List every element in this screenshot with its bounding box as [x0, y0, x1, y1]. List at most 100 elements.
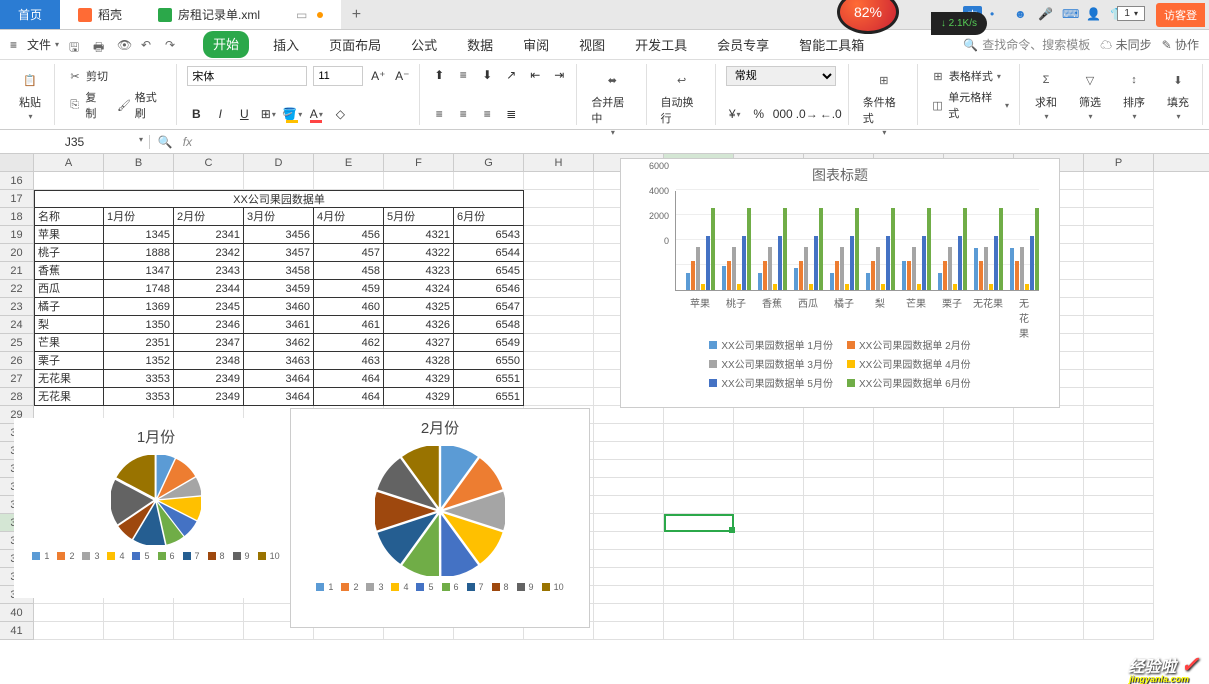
cell-H28[interactable]: [524, 388, 594, 406]
table-style-button[interactable]: ⊞表格样式▾: [928, 66, 1011, 86]
cell-O30[interactable]: [1014, 424, 1084, 442]
cell-D21[interactable]: 3458: [244, 262, 314, 280]
pie-chart-1[interactable]: 1月份 12345678910: [14, 418, 298, 598]
cell-B22[interactable]: 1748: [104, 280, 174, 298]
cell-O39[interactable]: [1014, 586, 1084, 604]
cell-L36[interactable]: [804, 532, 874, 550]
ribbon-tab-data[interactable]: 数据: [461, 31, 499, 58]
cell-B26[interactable]: 1352: [104, 352, 174, 370]
cell-A28[interactable]: 无花果: [34, 388, 104, 406]
fill-button[interactable]: ⬇填充▾: [1162, 66, 1194, 123]
ribbon-tab-vip[interactable]: 会员专享: [711, 31, 775, 58]
cell-G24[interactable]: 6548: [454, 316, 524, 334]
cell-J39[interactable]: [664, 586, 734, 604]
cell-I33[interactable]: [594, 478, 664, 496]
cell-P18[interactable]: [1084, 208, 1154, 226]
row-header-22[interactable]: 22: [0, 280, 33, 298]
cell-C16[interactable]: [174, 172, 244, 190]
tab-file[interactable]: 房租记录单.xml▭: [140, 0, 341, 29]
name-box[interactable]: J35▾: [0, 135, 150, 149]
cell-H17[interactable]: [524, 190, 594, 208]
cell-H27[interactable]: [524, 370, 594, 388]
col-header-C[interactable]: C: [174, 154, 244, 171]
cell-L35[interactable]: [804, 514, 874, 532]
col-header-G[interactable]: G: [454, 154, 524, 171]
cell-K36[interactable]: [734, 532, 804, 550]
sum-button[interactable]: Σ求和▾: [1030, 66, 1062, 123]
cell-J30[interactable]: [664, 424, 734, 442]
cell-P35[interactable]: [1084, 514, 1154, 532]
align-top-button[interactable]: ⬆: [430, 66, 448, 84]
cell-I40[interactable]: [594, 604, 664, 622]
cell-H21[interactable]: [524, 262, 594, 280]
cell-A20[interactable]: 桃子: [34, 244, 104, 262]
cell-F20[interactable]: 4322: [384, 244, 454, 262]
cell-L38[interactable]: [804, 568, 874, 586]
cell-G25[interactable]: 6549: [454, 334, 524, 352]
new-tab-button[interactable]: +: [341, 0, 371, 29]
underline-button[interactable]: U: [235, 105, 253, 123]
cell-L34[interactable]: [804, 496, 874, 514]
cell-N34[interactable]: [944, 496, 1014, 514]
redo-icon[interactable]: ↷: [165, 38, 179, 52]
cell-L32[interactable]: [804, 460, 874, 478]
cell-D22[interactable]: 3459: [244, 280, 314, 298]
cell-M39[interactable]: [874, 586, 944, 604]
cell-L39[interactable]: [804, 586, 874, 604]
cell-K34[interactable]: [734, 496, 804, 514]
cell-D27[interactable]: 3464: [244, 370, 314, 388]
wrap-text-button[interactable]: ↩自动换行: [657, 66, 707, 128]
cell-L31[interactable]: [804, 442, 874, 460]
cell-C26[interactable]: 2348: [174, 352, 244, 370]
cell-C28[interactable]: 2349: [174, 388, 244, 406]
cell-E19[interactable]: 456: [314, 226, 384, 244]
cell-O37[interactable]: [1014, 550, 1084, 568]
cell-J41[interactable]: [664, 622, 734, 640]
cell-H16[interactable]: [524, 172, 594, 190]
cell-O32[interactable]: [1014, 460, 1084, 478]
bar-chart[interactable]: 图表标题 02000400060008000苹果桃子香蕉西瓜橘子梨芒果栗子无花果…: [620, 158, 1060, 408]
clear-format-button[interactable]: ◇: [331, 105, 349, 123]
fill-color-button[interactable]: 🪣▾: [283, 105, 301, 123]
col-header-D[interactable]: D: [244, 154, 314, 171]
bold-button[interactable]: B: [187, 105, 205, 123]
font-color-button[interactable]: A▾: [307, 105, 325, 123]
cell-J38[interactable]: [664, 568, 734, 586]
cell-L37[interactable]: [804, 550, 874, 568]
cell-P23[interactable]: [1084, 298, 1154, 316]
cell-N32[interactable]: [944, 460, 1014, 478]
format-painter-button[interactable]: 🖌格式刷: [114, 87, 168, 123]
cell-O29[interactable]: [1014, 406, 1084, 424]
cell-P19[interactable]: [1084, 226, 1154, 244]
cell-I38[interactable]: [594, 568, 664, 586]
cell-H23[interactable]: [524, 298, 594, 316]
cell-H24[interactable]: [524, 316, 594, 334]
cell-E21[interactable]: 458: [314, 262, 384, 280]
inc-decimal-button[interactable]: .0→: [798, 105, 816, 123]
command-search[interactable]: 🔍查找命令、搜索模板: [963, 36, 1090, 53]
font-size-select[interactable]: [313, 66, 363, 86]
ribbon-tab-layout[interactable]: 页面布局: [323, 31, 387, 58]
cut-button[interactable]: ✂剪切: [65, 66, 168, 86]
cell-M33[interactable]: [874, 478, 944, 496]
cell-E25[interactable]: 462: [314, 334, 384, 352]
cell-M36[interactable]: [874, 532, 944, 550]
col-header-B[interactable]: B: [104, 154, 174, 171]
cell-K33[interactable]: [734, 478, 804, 496]
cell-E16[interactable]: [314, 172, 384, 190]
row-header-25[interactable]: 25: [0, 334, 33, 352]
cell-C20[interactable]: 2342: [174, 244, 244, 262]
cell-P24[interactable]: [1084, 316, 1154, 334]
page-indicator[interactable]: 1▾: [1117, 6, 1145, 21]
cell-O40[interactable]: [1014, 604, 1084, 622]
cell-O33[interactable]: [1014, 478, 1084, 496]
preview-icon[interactable]: 👁: [117, 38, 131, 52]
cell-E20[interactable]: 457: [314, 244, 384, 262]
print-icon[interactable]: 🖶: [93, 38, 107, 52]
cell-J35[interactable]: [664, 514, 734, 532]
increase-font-button[interactable]: A⁺: [369, 67, 387, 85]
cell-D19[interactable]: 3456: [244, 226, 314, 244]
cell-N37[interactable]: [944, 550, 1014, 568]
cell-F23[interactable]: 4325: [384, 298, 454, 316]
cell-A40[interactable]: [34, 604, 104, 622]
